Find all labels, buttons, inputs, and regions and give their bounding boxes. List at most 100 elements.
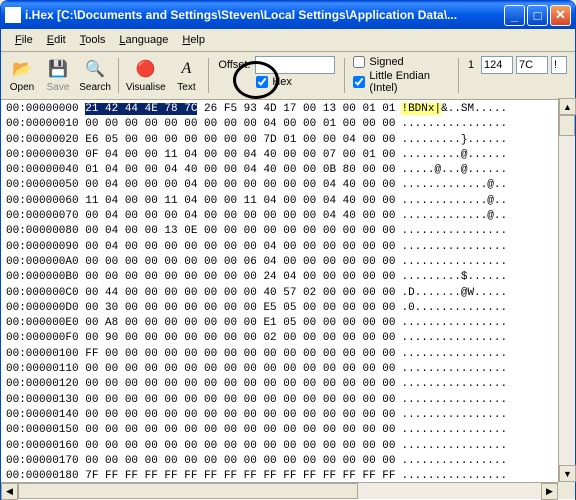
hex-bytes[interactable]: 00 30 00 00 00 00 00 00 00 E5 05 00 00 0… — [85, 301, 395, 316]
visualise-icon: 🔴 — [134, 58, 158, 80]
app-icon — [5, 7, 21, 23]
hex-bytes[interactable]: 00 00 00 00 00 00 00 00 00 00 00 00 00 0… — [85, 377, 395, 392]
hex-bytes[interactable]: 00 00 00 00 00 00 00 00 00 00 00 00 00 0… — [85, 423, 395, 438]
hex-ascii[interactable]: ................ — [401, 377, 507, 392]
hex-bytes[interactable]: 00 00 00 00 00 00 00 00 00 24 04 00 00 0… — [85, 270, 395, 285]
menu-language[interactable]: Language — [113, 32, 174, 48]
int-hex-1[interactable] — [516, 56, 548, 74]
endian-checkbox[interactable] — [353, 76, 365, 88]
hex-bytes[interactable]: 00 04 00 00 00 00 00 00 00 04 00 00 00 0… — [85, 240, 395, 255]
hex-ascii[interactable]: .............@.. — [401, 178, 507, 193]
hex-address: 00:00000080 — [6, 224, 85, 239]
menu-file[interactable]: File — [9, 32, 39, 48]
scroll-thumb-v[interactable] — [559, 115, 575, 136]
scroll-corner — [558, 482, 575, 499]
hex-ascii[interactable]: .D.......@W..... — [401, 286, 507, 301]
text-button[interactable]: A Text — [169, 56, 203, 95]
hex-ascii[interactable]: ................ — [401, 362, 507, 377]
scroll-right-button[interactable]: ▶ — [541, 483, 558, 500]
hex-bytes[interactable]: 00 A8 00 00 00 00 00 00 00 E1 05 00 00 0… — [85, 316, 395, 331]
hex-ascii[interactable]: ................ — [401, 117, 507, 132]
hex-ascii[interactable]: ................ — [401, 331, 507, 346]
menu-tools[interactable]: Tools — [74, 32, 112, 48]
hex-address: 00:00000000 — [6, 102, 85, 117]
hex-bytes[interactable]: 00 90 00 00 00 00 00 00 00 02 00 00 00 0… — [85, 331, 395, 346]
hex-bytes[interactable]: 00 44 00 00 00 00 00 00 00 40 57 02 00 0… — [85, 286, 395, 301]
hex-ascii[interactable]: ................ — [401, 423, 507, 438]
hex-bytes[interactable]: 00 00 00 00 00 00 00 00 00 00 00 00 00 0… — [85, 408, 395, 423]
maximize-button[interactable]: □ — [527, 5, 548, 26]
open-button[interactable]: 📂 Open — [5, 56, 39, 95]
signed-checkbox[interactable] — [353, 56, 365, 68]
save-label: Save — [47, 82, 70, 93]
scroll-thumb-h[interactable] — [18, 483, 358, 499]
hex-bytes[interactable]: 00 00 00 00 00 00 00 00 00 00 00 00 00 0… — [85, 393, 395, 408]
hex-bytes[interactable]: 00 00 00 00 00 00 00 00 00 04 00 00 01 0… — [85, 117, 395, 132]
visualise-label: Visualise — [126, 82, 166, 93]
signed-label: Signed — [369, 56, 403, 68]
hex-checkbox-label: Hex — [272, 76, 292, 88]
visualise-button[interactable]: 🔴 Visualise — [124, 56, 167, 95]
vertical-scrollbar[interactable]: ▲ ▼ — [558, 98, 575, 482]
scroll-down-button[interactable]: ▼ — [559, 465, 576, 482]
hex-bytes[interactable]: 01 04 00 00 04 40 00 00 04 40 00 00 0B 8… — [85, 163, 395, 178]
offset-input[interactable] — [255, 56, 335, 74]
titlebar[interactable]: i.Hex [C:\Documents and Settings\Steven\… — [1, 1, 575, 29]
hex-bytes[interactable]: 00 00 00 00 00 00 00 00 00 00 00 00 00 0… — [85, 454, 395, 469]
hex-ascii[interactable]: ................ — [401, 224, 507, 239]
hex-address: 00:00000110 — [6, 362, 85, 377]
close-button[interactable]: ✕ — [550, 5, 571, 26]
hex-ascii[interactable]: .............@.. — [401, 209, 507, 224]
hex-address: 00:00000100 — [6, 347, 85, 362]
hex-ascii[interactable]: ................ — [401, 454, 507, 469]
hex-bytes[interactable]: 11 04 00 00 11 04 00 00 11 04 00 00 04 4… — [85, 194, 395, 209]
minimize-button[interactable]: _ — [504, 5, 525, 26]
hex-bytes[interactable]: 00 04 00 00 13 0E 00 00 00 00 00 00 00 0… — [85, 224, 395, 239]
hex-ascii[interactable]: ................ — [401, 347, 507, 362]
hex-ascii[interactable]: .........@...... — [401, 148, 507, 163]
hex-bytes[interactable]: 00 00 00 00 00 00 00 00 00 00 00 00 00 0… — [85, 362, 395, 377]
hex-ascii[interactable]: ................ — [401, 393, 507, 408]
save-button[interactable]: 💾 Save — [41, 56, 75, 95]
hex-ascii[interactable]: .........}...... — [401, 133, 507, 148]
hex-address: 00:00000130 — [6, 393, 85, 408]
scroll-up-button[interactable]: ▲ — [559, 98, 576, 115]
hex-address: 00:00000060 — [6, 194, 85, 209]
hex-ascii[interactable]: ................ — [401, 240, 507, 255]
hex-bytes[interactable]: FF 00 00 00 00 00 00 00 00 00 00 00 00 0… — [85, 347, 395, 362]
text-icon: A — [174, 58, 198, 80]
horizontal-scrollbar[interactable]: ◀ ▶ — [1, 482, 558, 499]
hex-ascii[interactable]: !BDNx|&..SM..... — [401, 102, 507, 117]
hex-bytes[interactable]: 00 00 00 00 00 00 00 00 06 04 00 00 00 0… — [85, 255, 395, 270]
hex-address: 00:00000120 — [6, 377, 85, 392]
menu-help[interactable]: Help — [176, 32, 211, 48]
scroll-left-button[interactable]: ◀ — [1, 483, 18, 500]
hex-address: 00:00000010 — [6, 117, 85, 132]
search-button[interactable]: 🔍 Search — [77, 56, 113, 95]
hex-ascii[interactable]: .....@...@...... — [401, 163, 507, 178]
hex-ascii[interactable]: ................ — [401, 316, 507, 331]
menu-edit[interactable]: Edit — [41, 32, 72, 48]
hex-bytes[interactable]: 21 42 44 4E 78 7C 26 F5 93 4D 17 00 13 0… — [85, 102, 395, 117]
toolbar-separator — [118, 58, 119, 93]
hex-ascii[interactable]: .............@.. — [401, 194, 507, 209]
hex-ascii[interactable]: ................ — [401, 255, 507, 270]
hex-bytes[interactable]: E6 05 00 00 00 00 00 00 00 7D 01 00 00 0… — [85, 133, 395, 148]
hex-bytes[interactable]: 00 00 00 00 00 00 00 00 00 00 00 00 00 0… — [85, 439, 395, 454]
hex-ascii[interactable]: .........$...... — [401, 270, 507, 285]
int-dec-1[interactable] — [481, 56, 513, 74]
hex-address: 00:00000160 — [6, 439, 85, 454]
hex-address: 00:00000140 — [6, 408, 85, 423]
hex-ascii[interactable]: ................ — [401, 408, 507, 423]
hex-bytes[interactable]: 00 04 00 00 00 04 00 00 00 00 00 00 04 4… — [85, 209, 395, 224]
hex-ascii[interactable]: ................ — [401, 439, 507, 454]
hex-ascii[interactable]: .0.............. — [401, 301, 507, 316]
hex-bytes[interactable]: 00 04 00 00 00 04 00 00 00 00 00 00 04 4… — [85, 178, 395, 193]
toolbar-separator — [208, 58, 209, 93]
int-asc-1[interactable] — [551, 56, 567, 74]
hex-bytes[interactable]: 0F 04 00 00 11 04 00 00 04 40 00 00 07 0… — [85, 148, 395, 163]
folder-open-icon: 📂 — [10, 58, 34, 80]
hex-checkbox[interactable] — [256, 76, 268, 88]
int-size-1-label: 1 — [468, 59, 478, 71]
hex-view[interactable]: 00:00000000 21 42 44 4E 78 7C 26 F5 93 4… — [1, 100, 575, 500]
